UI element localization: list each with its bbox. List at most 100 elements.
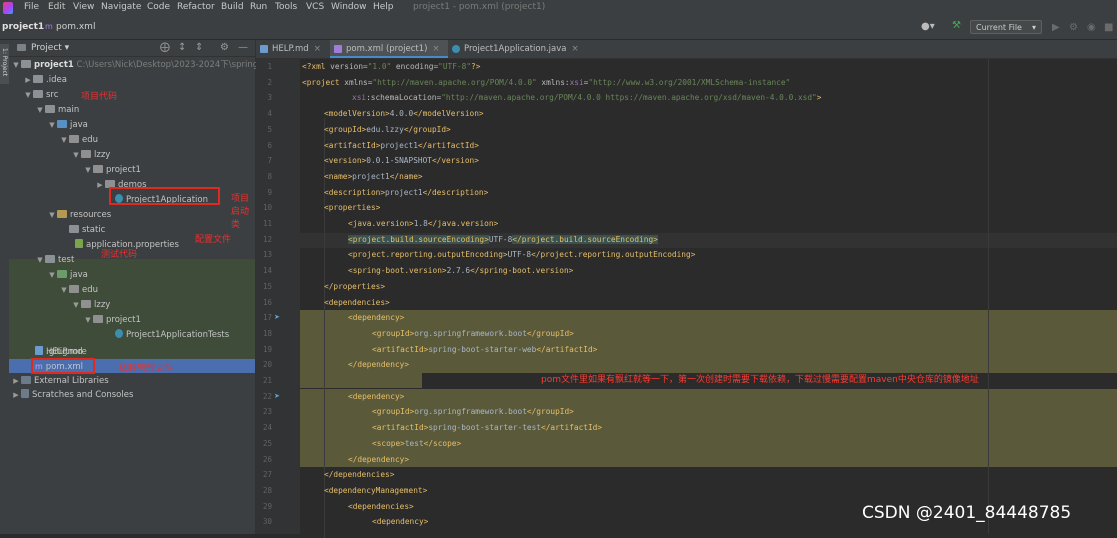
menu-navigate[interactable]: Navigate xyxy=(101,2,141,12)
tab-help-md[interactable]: HELP.md × xyxy=(256,40,330,58)
tree-item-scratches[interactable]: ▶ Scratches and Consoles xyxy=(11,388,133,403)
line-number: 13 xyxy=(262,250,272,260)
folder-icon xyxy=(69,225,79,233)
menu-help[interactable]: Help xyxy=(373,2,394,12)
chevron-down-icon: ▼ xyxy=(85,316,91,324)
tree-item-main[interactable]: ▼ main xyxy=(35,103,79,118)
tab-project1application-java[interactable]: Project1Application.java × xyxy=(448,40,588,58)
tree-item-test-project1[interactable]: ▼ project1 xyxy=(83,313,141,328)
tree-item-static[interactable]: static xyxy=(59,223,105,238)
java-class-icon xyxy=(452,45,460,53)
line-number: 6 xyxy=(267,140,272,150)
breadcrumb-file[interactable]: pom.xml xyxy=(56,22,95,32)
chevron-down-icon: ▼ xyxy=(49,121,55,129)
line-number: 5 xyxy=(267,124,272,134)
menu-bar: File Edit View Navigate Code Refactor Bu… xyxy=(0,0,1117,17)
close-icon[interactable]: × xyxy=(433,44,440,54)
tree-item-test-java[interactable]: ▼ java xyxy=(47,268,88,283)
chevron-right-icon: ▶ xyxy=(97,181,103,189)
close-icon[interactable]: × xyxy=(572,44,579,54)
folder-icon xyxy=(33,90,43,98)
close-icon[interactable]: × xyxy=(314,44,321,54)
tree-item-src[interactable]: ▼ src xyxy=(23,88,58,103)
line-number: 14 xyxy=(262,266,272,276)
menu-tools[interactable]: Tools xyxy=(275,2,297,12)
line-number: 16 xyxy=(262,297,272,307)
run-icon[interactable]: ▶ xyxy=(1052,22,1060,33)
chevron-down-icon: ▼ xyxy=(85,166,91,174)
collapse-all-icon[interactable]: ⇕ xyxy=(195,42,203,53)
line-number: 29 xyxy=(262,501,272,511)
chevron-down-icon: ▼ xyxy=(37,256,43,264)
pom-highlight-box xyxy=(31,358,95,374)
package-icon xyxy=(93,315,103,323)
tree-root[interactable]: ▼ project1 C:\Users\Nick\Desktop\2023-202… xyxy=(11,58,258,73)
coverage-icon[interactable]: ◉ xyxy=(1087,22,1096,33)
line-number: 23 xyxy=(262,407,272,417)
menu-build[interactable]: Build xyxy=(221,2,244,12)
package-icon xyxy=(69,285,79,293)
line-number: 20 xyxy=(262,360,272,370)
chevron-down-icon: ▼ xyxy=(25,91,31,99)
menu-refactor[interactable]: Refactor xyxy=(177,2,215,12)
run-dependency-icon[interactable]: ➤ xyxy=(274,313,280,321)
tree-item-java[interactable]: ▼ java xyxy=(47,118,88,133)
tree-item-project1applicationtests[interactable]: Project1ApplicationTests xyxy=(115,328,229,343)
line-number: 19 xyxy=(262,344,272,354)
breadcrumb-project[interactable]: project1 xyxy=(2,22,44,32)
chevron-down-icon: ▼ xyxy=(49,271,55,279)
project-tool-tab[interactable]: 1: Project xyxy=(0,44,9,84)
package-icon xyxy=(81,300,91,308)
chevron-right-icon: ▶ xyxy=(13,391,19,399)
tree-item-edu[interactable]: ▼ edu xyxy=(59,133,98,148)
line-number: 12 xyxy=(262,234,272,244)
line-number: 18 xyxy=(262,328,272,338)
chevron-down-icon: ▼ xyxy=(73,301,79,309)
tree-item-lzzy[interactable]: ▼ lzzy xyxy=(71,148,110,163)
tree-item-resources[interactable]: ▼ resources xyxy=(47,208,111,223)
user-icon[interactable]: ●▾ xyxy=(921,21,935,32)
project-panel-title[interactable]: Project ▾ xyxy=(31,43,69,53)
run-configuration-select[interactable]: Current File ▾ xyxy=(970,20,1042,34)
line-number: 7 xyxy=(267,156,272,166)
tree-item-help-md[interactable]: HELP.md xyxy=(35,345,83,360)
line-number: 15 xyxy=(262,281,272,291)
menu-edit[interactable]: Edit xyxy=(48,2,65,12)
tool-window-stripe: 1: Project xyxy=(0,40,9,534)
project-view-icon xyxy=(17,44,26,51)
menu-window[interactable]: Window xyxy=(331,2,367,12)
tree-item-test[interactable]: ▼ test xyxy=(35,253,74,268)
package-icon xyxy=(81,150,91,158)
expand-all-icon[interactable]: ↕ xyxy=(178,42,186,53)
folder-icon xyxy=(45,255,55,263)
tree-item-test-edu[interactable]: ▼ edu xyxy=(59,283,98,298)
debug-icon[interactable]: ⚙ xyxy=(1069,22,1078,33)
menu-view[interactable]: View xyxy=(73,2,94,12)
tree-item-idea[interactable]: ▶ .idea xyxy=(23,73,67,88)
menu-run[interactable]: Run xyxy=(250,2,267,12)
hammer-icon[interactable]: ⚒ xyxy=(952,20,961,31)
stop-icon[interactable]: ■ xyxy=(1104,22,1113,33)
folder-icon xyxy=(45,105,55,113)
menu-file[interactable]: File xyxy=(24,2,39,12)
chevron-right-icon: ▶ xyxy=(13,377,19,385)
tab-pom-xml[interactable]: pom.xml (project1) × xyxy=(330,40,448,58)
menu-vcs[interactable]: VCS xyxy=(306,2,324,12)
annotation-test-code: 测试代码 xyxy=(101,250,138,260)
tree-item-external-libraries[interactable]: ▶ External Libraries xyxy=(11,374,109,389)
menu-code[interactable]: Code xyxy=(147,2,170,12)
chevron-down-icon: ▼ xyxy=(49,211,55,219)
maven-file-icon: m xyxy=(45,22,53,31)
minimize-icon[interactable]: — xyxy=(238,42,248,53)
locate-icon[interactable]: ⨁ xyxy=(160,42,170,53)
tree-item-test-lzzy[interactable]: ▼ lzzy xyxy=(71,298,110,313)
run-dependency-icon[interactable]: ➤ xyxy=(274,392,280,400)
chevron-down-icon: ▼ xyxy=(73,151,79,159)
line-number: 26 xyxy=(262,454,272,464)
right-margin-guide xyxy=(988,59,989,534)
code-editor[interactable] xyxy=(300,59,1117,538)
chevron-down-icon: ▼ xyxy=(13,61,19,69)
gear-icon[interactable]: ⚙ xyxy=(220,42,229,53)
tree-item-project1[interactable]: ▼ project1 xyxy=(83,163,141,178)
line-number: 27 xyxy=(262,470,272,480)
